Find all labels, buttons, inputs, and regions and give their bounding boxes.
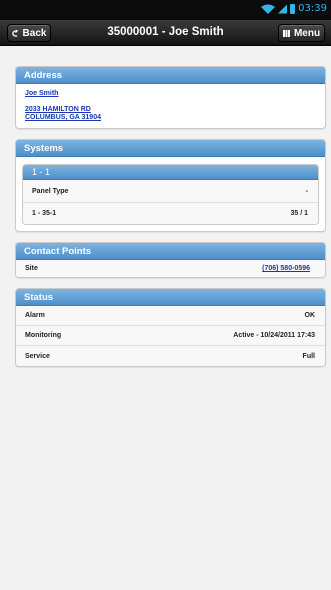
address-line1-link[interactable]: 2033 HAMILTON RD	[25, 106, 316, 114]
system-row-value: -	[305, 187, 308, 195]
battery-icon	[290, 3, 296, 14]
back-button[interactable]: Back	[7, 24, 51, 42]
status-bar: 03:39	[0, 0, 331, 20]
address-header: Address	[16, 67, 325, 84]
status-row: Monitoring Active - 10/24/2011 17:43	[16, 326, 325, 346]
back-arrow-icon	[11, 29, 18, 37]
contact-points-header: Contact Points	[16, 243, 325, 260]
back-label: Back	[22, 27, 47, 39]
menu-label: Menu	[293, 27, 321, 39]
status-icons: 03:39	[261, 3, 327, 14]
status-row: Alarm OK	[16, 306, 325, 326]
customer-name-link[interactable]: Joe Smith	[25, 90, 316, 98]
systems-header: Systems	[16, 140, 325, 157]
menu-button[interactable]: Menu	[278, 24, 325, 42]
status-row-value: OK	[304, 312, 316, 319]
status-row-label: Monitoring	[25, 332, 62, 339]
system-row-label: 1 - 35-1	[32, 210, 57, 217]
system-row[interactable]: 1 - 35-1 35 / 1	[23, 203, 318, 224]
page-title: 35000001 - Joe Smith	[107, 26, 224, 38]
status-row-label: Alarm	[25, 312, 45, 319]
status-row-value: Active - 10/24/2011 17:43	[233, 332, 315, 339]
systems-panel: Systems 1 - 1 Panel Type - 1 - 35-1 35 /…	[15, 139, 326, 232]
header-bar: Back 35000001 - Joe Smith Menu	[0, 20, 331, 46]
main-content: Address Joe Smith 2033 HAMILTON RD COLUM…	[15, 66, 326, 377]
phone-link[interactable]: (706) 580-0596	[262, 265, 310, 272]
menu-icon	[282, 29, 290, 37]
address-panel: Address Joe Smith 2033 HAMILTON RD COLUM…	[15, 66, 326, 129]
clock: 03:39	[298, 3, 327, 14]
wifi-icon	[261, 4, 276, 14]
status-row-label: Service	[25, 352, 50, 360]
system-subpanel: 1 - 1 Panel Type - 1 - 35-1 35 / 1	[22, 164, 319, 225]
status-header: Status	[16, 289, 325, 306]
status-row-value: Full	[302, 352, 315, 360]
system-row[interactable]: Panel Type -	[23, 180, 318, 203]
address-line2-link[interactable]: COLUMBUS, GA 31904	[25, 114, 316, 122]
address-body: Joe Smith 2033 HAMILTON RD COLUMBUS, GA …	[16, 84, 325, 128]
signal-icon	[278, 4, 288, 13]
status-row: Service Full	[16, 346, 325, 366]
system-subheader: 1 - 1	[23, 165, 318, 180]
contact-row-label: Site	[25, 265, 38, 272]
contact-points-panel: Contact Points Site (706) 580-0596	[15, 242, 326, 278]
contact-row: Site (706) 580-0596	[16, 260, 325, 277]
system-row-label: Panel Type	[32, 187, 69, 195]
status-panel: Status Alarm OK Monitoring Active - 10/2…	[15, 288, 326, 367]
system-row-value: 35 / 1	[290, 210, 308, 217]
